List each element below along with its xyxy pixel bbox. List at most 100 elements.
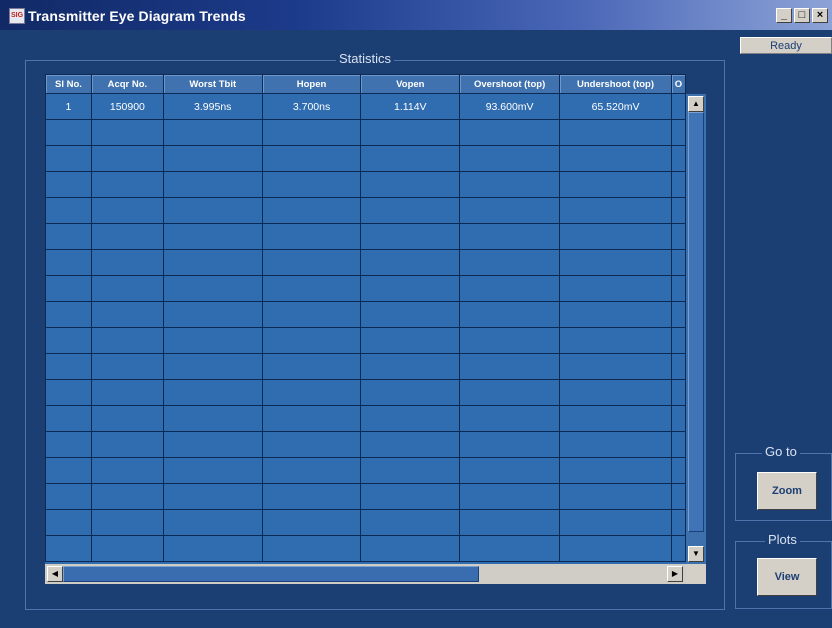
table-cell — [261, 431, 362, 458]
table-cell — [162, 275, 263, 302]
table-cell — [360, 145, 461, 172]
table-row[interactable] — [45, 379, 686, 406]
table-cell — [90, 275, 164, 302]
table-row[interactable] — [45, 223, 686, 250]
goto-group-title: Go to — [762, 444, 800, 459]
table-cell — [45, 145, 92, 172]
horizontal-scrollbar[interactable]: ◀ ▶ — [45, 564, 686, 584]
table-cell — [90, 145, 164, 172]
table-row[interactable] — [45, 327, 686, 354]
table-cell — [670, 509, 686, 536]
table-cell — [90, 535, 164, 562]
table-cell — [559, 223, 672, 250]
scrollbar-corner — [686, 564, 706, 584]
table-cell — [45, 509, 92, 536]
table-row[interactable] — [45, 353, 686, 380]
table-cell — [459, 405, 561, 432]
table-cell — [360, 379, 461, 406]
table-cell — [162, 171, 263, 198]
statistics-group-title: Statistics — [336, 51, 395, 66]
table-cell — [90, 379, 164, 406]
table-row[interactable] — [45, 457, 686, 484]
column-header-acqr-no[interactable]: Acqr No. — [90, 74, 164, 94]
vertical-scroll-thumb[interactable] — [688, 112, 704, 532]
table-cell — [670, 353, 686, 380]
table-cell — [559, 457, 672, 484]
table-row[interactable] — [45, 171, 686, 198]
table-cell — [559, 249, 672, 276]
scroll-right-icon[interactable]: ▶ — [667, 566, 683, 582]
column-header-worst-tbit[interactable]: Worst Tbit — [162, 74, 263, 94]
table-cell — [90, 249, 164, 276]
column-header-vopen[interactable]: Vopen — [360, 74, 461, 94]
table-cell — [45, 353, 92, 380]
table-cell — [670, 119, 686, 146]
table-row[interactable] — [45, 405, 686, 432]
table-cell — [559, 275, 672, 302]
table-cell — [459, 197, 561, 224]
table-row[interactable] — [45, 509, 686, 536]
table-cell — [559, 431, 672, 458]
column-header-undershoot-top[interactable]: Undershoot (top) — [559, 74, 672, 94]
table-cell — [670, 379, 686, 406]
table-row[interactable]: 1 150900 3.995ns 3.700ns 1.114V 93.600mV… — [45, 93, 686, 120]
table-row[interactable] — [45, 535, 686, 562]
column-header-overshoot-top[interactable]: Overshoot (top) — [459, 74, 561, 94]
minimize-button[interactable]: _ — [776, 8, 792, 23]
table-cell — [261, 223, 362, 250]
table-cell — [261, 379, 362, 406]
table-row[interactable] — [45, 145, 686, 172]
table-cell — [670, 431, 686, 458]
table-cell — [670, 301, 686, 328]
table-cell — [162, 405, 263, 432]
table-cell — [670, 223, 686, 250]
column-header-truncated[interactable]: O — [670, 74, 686, 94]
table-cell — [459, 327, 561, 354]
title-bar: SIG Transmitter Eye Diagram Trends _ □ × — [0, 0, 832, 30]
column-header-hopen[interactable]: Hopen — [261, 74, 362, 94]
table-cell — [90, 457, 164, 484]
table-cell — [261, 483, 362, 510]
table-cell — [670, 93, 686, 120]
table-cell — [261, 197, 362, 224]
table-cell — [45, 223, 92, 250]
table-cell: 1 — [45, 93, 92, 120]
table-row[interactable] — [45, 301, 686, 328]
column-header-sl-no[interactable]: Sl No. — [45, 74, 92, 94]
table-cell — [459, 431, 561, 458]
horizontal-scroll-thumb[interactable] — [63, 566, 479, 582]
table-cell — [360, 405, 461, 432]
table-row[interactable] — [45, 483, 686, 510]
table-row[interactable] — [45, 119, 686, 146]
table-cell — [459, 275, 561, 302]
table-cell — [670, 327, 686, 354]
table-row[interactable] — [45, 431, 686, 458]
scroll-left-icon[interactable]: ◀ — [47, 566, 63, 582]
table-cell — [261, 249, 362, 276]
table-header-row: Sl No. Acqr No. Worst Tbit Hopen Vopen O… — [45, 74, 686, 94]
vertical-scrollbar[interactable]: ▲ ▼ — [686, 94, 706, 564]
table-cell — [459, 249, 561, 276]
scroll-up-icon[interactable]: ▲ — [688, 96, 704, 112]
table-cell: 150900 — [90, 93, 164, 120]
close-button[interactable]: × — [812, 8, 828, 23]
table-cell — [360, 509, 461, 536]
table-cell — [559, 119, 672, 146]
table-cell — [559, 327, 672, 354]
scroll-down-icon[interactable]: ▼ — [688, 546, 704, 562]
maximize-button[interactable]: □ — [794, 8, 810, 23]
table-cell — [162, 457, 263, 484]
table-cell — [45, 249, 92, 276]
view-button[interactable]: View — [757, 558, 817, 596]
table-cell — [670, 197, 686, 224]
table-cell — [360, 301, 461, 328]
table-row[interactable] — [45, 275, 686, 302]
table-cell — [559, 197, 672, 224]
table-cell: 65.520mV — [559, 93, 672, 120]
table-cell — [261, 145, 362, 172]
table-cell — [559, 379, 672, 406]
table-row[interactable] — [45, 197, 686, 224]
table-cell — [261, 509, 362, 536]
zoom-button[interactable]: Zoom — [757, 472, 817, 510]
table-row[interactable] — [45, 249, 686, 276]
